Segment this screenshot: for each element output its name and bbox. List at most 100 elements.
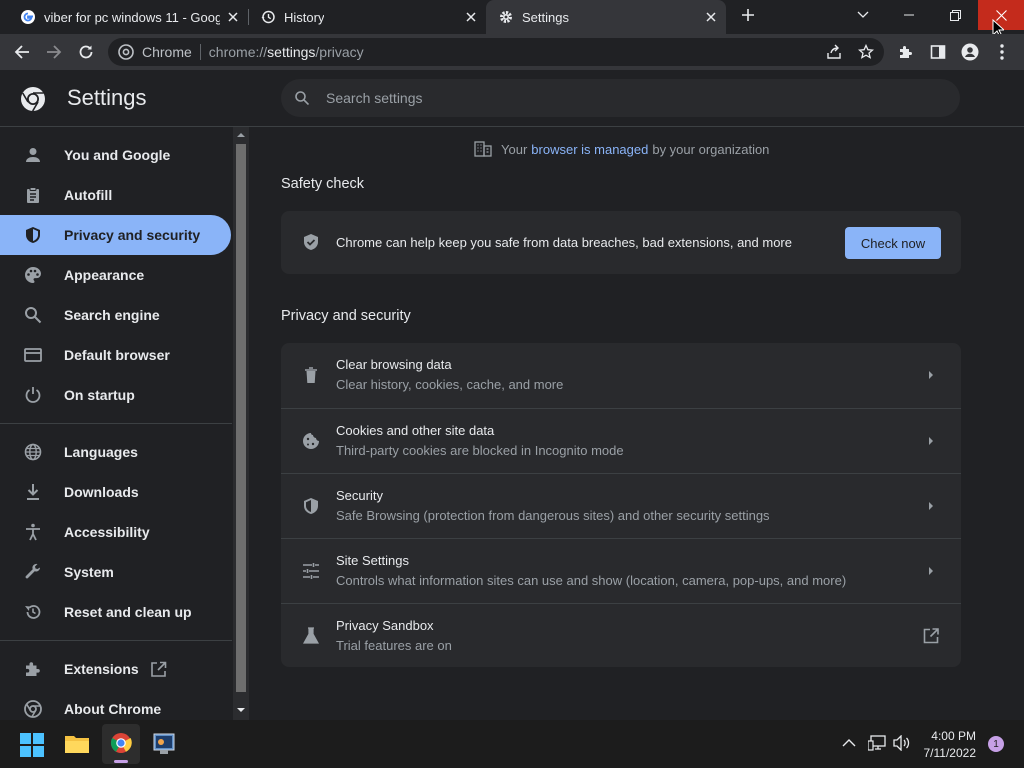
- star-icon[interactable]: [858, 44, 874, 60]
- privacy-card: Clear browsing data Clear history, cooki…: [281, 343, 961, 667]
- taskbar: 4:00 PM 7/11/2022: [0, 720, 1024, 768]
- row-site-settings[interactable]: Site Settings Controls what information …: [281, 538, 961, 603]
- side-panel-button[interactable]: [928, 42, 948, 62]
- page-title: Settings: [67, 85, 147, 110]
- sidebar-item-downloads[interactable]: Downloads: [0, 472, 231, 512]
- section-title-privacy: Privacy and security: [281, 308, 411, 324]
- sidebar-item-label: Privacy and security: [64, 227, 201, 243]
- gear-icon: [500, 11, 512, 23]
- tab-title: Settings: [522, 9, 569, 25]
- row-subtitle: Clear history, cookies, cache, and more: [336, 377, 564, 392]
- tab-title: viber for pc windows 11 - Google: [44, 9, 220, 25]
- reload-button[interactable]: [76, 42, 96, 62]
- notification-badge[interactable]: 1: [988, 736, 1004, 752]
- search-input[interactable]: Search settings: [281, 79, 960, 117]
- sidebar-item-default-browser[interactable]: Default browser: [0, 335, 231, 375]
- browser-toolbar: Chrome chrome:// settings /privacy: [0, 34, 1024, 70]
- row-cookies[interactable]: Cookies and other site data Third-party …: [281, 408, 961, 473]
- wrench-icon: [25, 563, 41, 579]
- sidebar-item-on-startup[interactable]: On startup: [0, 375, 231, 415]
- sidebar-item-languages[interactable]: Languages: [0, 432, 231, 472]
- extensions-button[interactable]: [896, 42, 916, 62]
- chrome-icon: [24, 700, 42, 718]
- tab-history[interactable]: History: [248, 0, 486, 34]
- sidebar-item-accessibility[interactable]: Accessibility: [0, 512, 231, 552]
- history-icon: [261, 10, 275, 24]
- app-window-icon[interactable]: [152, 732, 176, 756]
- close-tab-icon[interactable]: [226, 10, 240, 24]
- sidebar-item-search-engine[interactable]: Search engine: [0, 295, 231, 335]
- tab-search-button[interactable]: [840, 0, 886, 30]
- download-icon: [27, 484, 39, 500]
- arrow-right-icon: [929, 502, 933, 510]
- restore-button[interactable]: [932, 0, 978, 30]
- row-privacy-sandbox[interactable]: Privacy Sandbox Trial features are on: [281, 603, 961, 667]
- browser-icon: [24, 348, 42, 362]
- tab-strip: viber for pc windows 11 - Google History…: [0, 0, 1024, 38]
- google-icon: [21, 10, 35, 24]
- clock-time[interactable]: 4:00 PM: [931, 729, 976, 743]
- taskbar-chrome-button[interactable]: [102, 724, 140, 764]
- row-title: Privacy Sandbox: [336, 618, 434, 633]
- row-subtitle: Trial features are on: [336, 638, 452, 653]
- network-icon[interactable]: [868, 735, 886, 751]
- minimize-button[interactable]: [886, 0, 932, 30]
- section-title-safety-check: Safety check: [281, 176, 365, 192]
- share-icon[interactable]: [826, 44, 842, 60]
- accessibility-icon: [26, 523, 40, 541]
- search-placeholder: Search settings: [326, 90, 423, 106]
- sidebar-item-label: System: [64, 564, 114, 580]
- windows-start-icon[interactable]: [20, 733, 44, 757]
- arrow-left-icon: [14, 45, 29, 59]
- tab-settings[interactable]: Settings: [486, 0, 726, 34]
- clipboard-icon: [27, 187, 39, 203]
- chevron-up-icon[interactable]: [842, 738, 856, 748]
- row-security[interactable]: Security Safe Browsing (protection from …: [281, 473, 961, 538]
- new-tab-button[interactable]: [726, 0, 770, 30]
- sidebar-item-appearance[interactable]: Appearance: [0, 255, 231, 295]
- volume-icon[interactable]: [893, 735, 911, 751]
- row-title: Site Settings: [336, 553, 409, 568]
- menu-button[interactable]: [992, 42, 1012, 62]
- sidebar: You and Google Autofill Privacy and secu…: [0, 127, 232, 720]
- puzzle-icon: [900, 46, 912, 58]
- address-bar[interactable]: Chrome chrome:// settings /privacy: [108, 38, 884, 66]
- sidebar-item-label: Accessibility: [64, 524, 150, 540]
- forward-button[interactable]: [44, 42, 64, 62]
- sidebar-divider: [0, 423, 232, 424]
- sidebar-divider: [0, 640, 232, 641]
- managed-prefix: Your: [501, 141, 528, 157]
- sidebar-item-extensions[interactable]: Extensions: [0, 649, 231, 689]
- clock-date[interactable]: 7/11/2022: [924, 746, 977, 760]
- scroll-up-arrow-icon[interactable]: [236, 132, 246, 138]
- check-now-button[interactable]: Check now: [845, 227, 941, 259]
- sidebar-item-label: About Chrome: [64, 701, 162, 717]
- side-panel-icon: [930, 45, 946, 59]
- trash-icon: [305, 367, 317, 383]
- back-button[interactable]: [12, 42, 32, 62]
- omnibox-separator: [199, 44, 201, 60]
- profile-button[interactable]: [960, 42, 980, 62]
- file-explorer-icon[interactable]: [64, 733, 90, 755]
- tab-google-search[interactable]: viber for pc windows 11 - Google: [8, 0, 248, 34]
- sidebar-item-reset-and-clean-up[interactable]: Reset and clean up: [0, 592, 231, 632]
- sidebar-item-label: Downloads: [64, 484, 139, 500]
- sidebar-item-privacy-and-security[interactable]: Privacy and security: [0, 215, 231, 255]
- reload-icon: [79, 45, 93, 59]
- close-tab-icon[interactable]: [704, 10, 718, 24]
- managed-link[interactable]: browser is managed: [531, 142, 648, 157]
- scrollbar-thumb[interactable]: [236, 144, 246, 692]
- sidebar-item-autofill[interactable]: Autofill: [0, 175, 231, 215]
- site-label: Chrome: [142, 44, 192, 60]
- scroll-down-arrow-icon[interactable]: [236, 707, 246, 713]
- palette-icon: [25, 267, 41, 283]
- shield-check-icon: [304, 234, 318, 250]
- sidebar-item-label: Reset and clean up: [64, 604, 192, 620]
- row-clear-browsing-data[interactable]: Clear browsing data Clear history, cooki…: [281, 343, 961, 408]
- close-tab-icon[interactable]: [464, 10, 478, 24]
- settings-header: Settings Search settings: [0, 70, 1024, 127]
- sidebar-item-you-and-google[interactable]: You and Google: [0, 135, 231, 175]
- sidebar-item-system[interactable]: System: [0, 552, 231, 592]
- profile-icon: [961, 43, 979, 61]
- search-icon: [25, 307, 42, 324]
